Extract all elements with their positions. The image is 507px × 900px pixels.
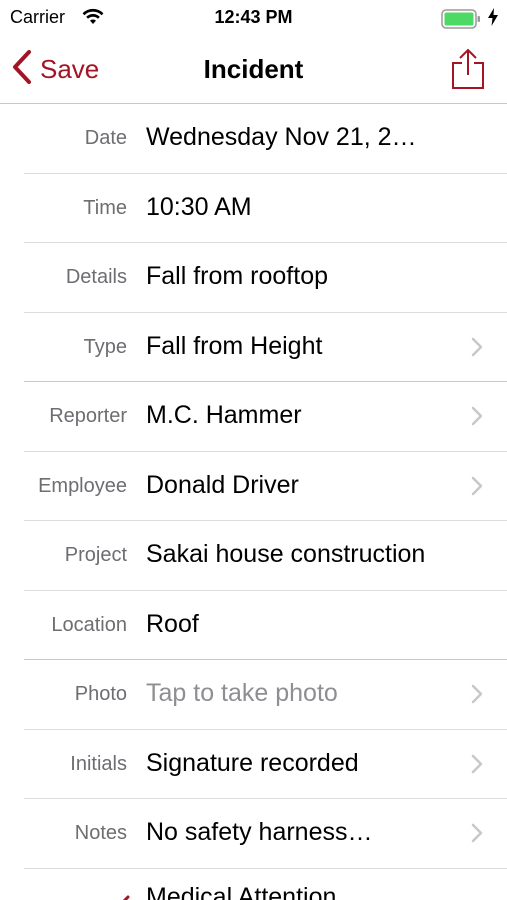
chevron-right-icon	[471, 754, 483, 779]
row-label: Details	[65, 266, 127, 288]
row-label: Initials	[70, 752, 127, 775]
row-label: Location	[51, 613, 127, 636]
form-row-initials[interactable]: Initials Signature recorded	[0, 730, 507, 800]
chevron-right-icon	[471, 476, 483, 501]
form-row-project[interactable]: Project Sakai house construction	[0, 521, 507, 591]
medical-attention-toggle[interactable]: Medical Attention	[146, 883, 336, 900]
row-label: Notes	[74, 822, 127, 844]
charging-bolt-icon	[488, 8, 498, 31]
time-field[interactable]: 10:30 AM	[146, 174, 447, 243]
form-row-reporter[interactable]: Reporter M.C. Hammer	[0, 382, 507, 452]
reporter-field[interactable]: M.C. Hammer	[146, 382, 447, 451]
row-label: Employee	[38, 474, 127, 497]
form-row-notes[interactable]: Notes No safety harness…	[0, 799, 507, 869]
chevron-right-icon	[471, 684, 483, 709]
row-label: Reporter	[49, 405, 127, 427]
row-label: Date	[84, 127, 127, 149]
date-field[interactable]: Wednesday Nov 21, 2…	[146, 104, 447, 173]
chevron-right-icon	[471, 337, 483, 362]
location-field[interactable]: Roof	[146, 591, 447, 660]
project-field[interactable]: Sakai house construction	[146, 521, 447, 590]
form-row-details[interactable]: Details Fall from rooftop	[0, 243, 507, 313]
chevron-right-icon	[471, 406, 483, 431]
status-bar: Carrier 12:43 PM	[0, 0, 507, 38]
row-label: Time	[83, 196, 127, 219]
row-label: Photo	[74, 683, 127, 705]
form-row-location[interactable]: Location Roof	[0, 591, 507, 661]
notes-field[interactable]: No safety harness…	[146, 799, 447, 868]
employee-field[interactable]: Donald Driver	[146, 452, 447, 521]
initials-field[interactable]: Signature recorded	[146, 730, 447, 799]
row-label: Type	[83, 335, 127, 358]
row-label: Project	[64, 544, 127, 566]
checkmark-icon	[110, 895, 130, 900]
page-title: Incident	[203, 54, 304, 84]
form-row-medical-attention[interactable]: Medical Attention	[0, 869, 507, 900]
chevron-right-icon	[471, 823, 483, 848]
form-row-photo[interactable]: Photo Tap to take photo	[0, 660, 507, 730]
share-icon[interactable]	[451, 48, 485, 95]
form-row-employee[interactable]: Employee Donald Driver	[0, 452, 507, 522]
photo-field[interactable]: Tap to take photo	[146, 660, 447, 729]
form-row-time[interactable]: Time 10:30 AM	[0, 174, 507, 244]
details-field[interactable]: Fall from rooftop	[146, 243, 447, 312]
status-time: 12:43 PM	[214, 7, 293, 27]
type-field[interactable]: Fall from Height	[146, 313, 447, 382]
navigation-bar: Save Incident	[0, 38, 507, 104]
incident-form: Date Wednesday Nov 21, 2… Time 10:30 AM …	[0, 104, 507, 900]
form-row-date[interactable]: Date Wednesday Nov 21, 2…	[0, 104, 507, 174]
battery-icon	[441, 9, 481, 34]
form-row-type[interactable]: Type Fall from Height	[0, 313, 507, 383]
